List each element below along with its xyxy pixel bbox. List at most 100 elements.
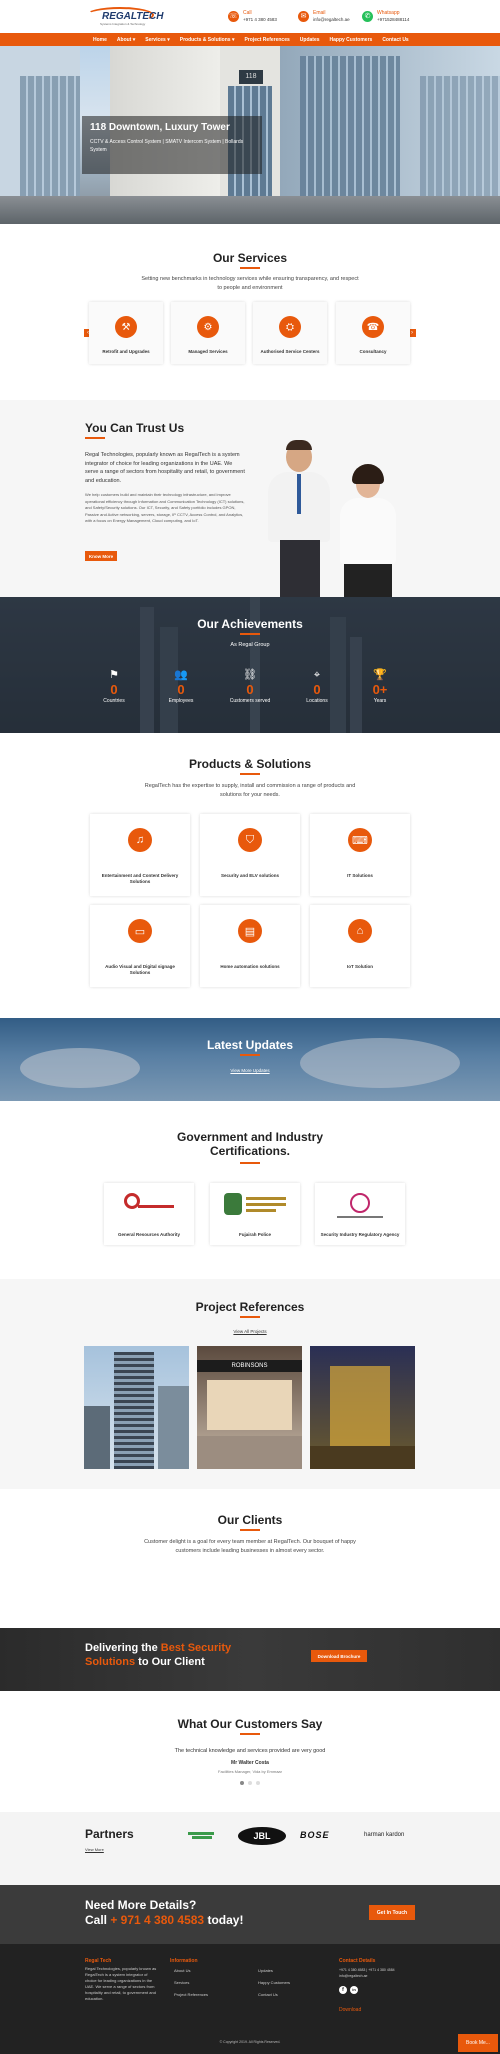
- carousel-dot[interactable]: [256, 1781, 260, 1785]
- stat-label: Countries: [103, 698, 125, 704]
- home-automation-icon: ▤: [238, 919, 262, 943]
- testimonials-divider: [240, 1733, 260, 1735]
- get-in-touch-button[interactable]: Get In Touch: [369, 1905, 415, 1920]
- cert-label: General Resources Authority: [117, 1232, 181, 1237]
- stat-value: 0: [177, 682, 185, 697]
- carousel-dot[interactable]: [248, 1781, 252, 1785]
- partner-logo-jbl: JBL: [238, 1827, 286, 1845]
- header-email[interactable]: ✉ Email info@regaltech.ae: [298, 6, 350, 26]
- nav-project-references[interactable]: Project References: [239, 37, 294, 43]
- product-card-home-automation[interactable]: ▤ Home automation solutions: [200, 905, 300, 987]
- nav-about[interactable]: About ▾: [112, 37, 140, 43]
- footer-link-about[interactable]: About Us: [174, 1968, 190, 1974]
- nav-products[interactable]: Products & Solutions ▾: [175, 37, 240, 43]
- cert-label: Fujairah Police: [238, 1232, 271, 1237]
- project-image-tower[interactable]: [84, 1346, 189, 1469]
- footer-download-link[interactable]: Download: [339, 2007, 361, 2013]
- linkedin-icon[interactable]: in: [350, 1986, 358, 1994]
- trust-divider: [85, 437, 105, 439]
- product-card-iot[interactable]: ⌂ IoT Solution: [310, 905, 410, 987]
- stat-value: 0: [110, 682, 118, 697]
- footer-link-updates[interactable]: Updates: [258, 1968, 273, 1974]
- download-brochure-button[interactable]: Download Brochure: [311, 1650, 367, 1662]
- footer-link-services[interactable]: Services: [174, 1980, 189, 1986]
- product-card-it[interactable]: ⌨ IT Solutions: [310, 814, 410, 896]
- nav-happy-customers[interactable]: Happy Customers: [325, 37, 378, 43]
- product-card-av[interactable]: ▭ Audio Visual and Digital signage Solut…: [90, 905, 190, 987]
- footer-col4-title: Contact Details: [339, 1958, 376, 1964]
- partners-view-more-link[interactable]: View More: [85, 1847, 104, 1852]
- chat-widget-button[interactable]: Book Me...: [458, 2034, 498, 2052]
- cert-card-fujairah-police[interactable]: Fujairah Police: [210, 1183, 300, 1245]
- service-label: Managed Services: [188, 349, 228, 354]
- footer-col1-title: Regal Tech: [85, 1958, 112, 1964]
- stat-customers: ⛓ 0 Customers served: [220, 669, 280, 705]
- trophy-icon: 🏆: [373, 669, 387, 681]
- flag-icon: ⚑: [109, 669, 119, 681]
- project-image-lobby[interactable]: [310, 1346, 415, 1469]
- network-icon: ⛓: [243, 669, 257, 681]
- partner-logo-bose: BOSE: [300, 1830, 330, 1840]
- footer-email[interactable]: info@regaltech.ae: [339, 1973, 367, 1979]
- clients-title: Our Clients: [217, 1513, 283, 1527]
- view-more-updates-link[interactable]: View More Updates: [0, 1068, 500, 1073]
- copyright: © Copyright 2019. All Rights Reserved.: [219, 2040, 281, 2044]
- people-icon: 👥: [174, 669, 188, 681]
- footer-link-contact[interactable]: Contact Us: [258, 1992, 278, 1998]
- header-call[interactable]: ☏ Call +971 4 380 4583: [228, 6, 277, 26]
- service-card-consultancy[interactable]: ☎ Consultancy: [336, 302, 410, 364]
- shield-icon: ⛉: [238, 828, 262, 852]
- service-card-authorised[interactable]: ⛭ Authorised Service Centers: [253, 302, 327, 364]
- cert-card-sira[interactable]: Security Industry Regulatory Agency: [315, 1183, 405, 1245]
- service-label: Authorised Service Centers: [260, 349, 320, 354]
- logo[interactable]: REGALTECH Systems Integration & Technolo…: [86, 5, 163, 27]
- clients-divider: [240, 1529, 260, 1531]
- fujairah-police-logo: [222, 1191, 288, 1221]
- nav-updates[interactable]: Updates: [295, 37, 325, 43]
- certs-divider: [240, 1162, 260, 1164]
- view-all-projects-link[interactable]: View All Projects: [0, 1329, 500, 1334]
- service-card-managed[interactable]: ⚙ Managed Services: [171, 302, 245, 364]
- nav-home[interactable]: Home: [88, 37, 112, 43]
- service-label: Consultancy: [359, 349, 387, 354]
- sira-logo: [337, 1191, 383, 1221]
- trust-lead: Regal Technologies, popularly known as R…: [85, 452, 245, 484]
- cert-card-gra[interactable]: General Resources Authority: [104, 1183, 194, 1245]
- stat-value: 0: [246, 682, 254, 697]
- project-image-mall[interactable]: ROBINSONS: [197, 1346, 302, 1469]
- stat-value: 0: [313, 682, 321, 697]
- service-card-retrofit[interactable]: ⚒ Retrofit and Upgrades: [89, 302, 163, 364]
- products-subtitle: RegalTech has the expertise to supply, i…: [144, 783, 356, 798]
- whatsapp-value: +971528488114: [377, 16, 410, 22]
- know-more-button[interactable]: Know More: [85, 551, 117, 561]
- contact-cta-banner: [0, 1885, 500, 1944]
- consultancy-icon: ☎: [362, 316, 384, 338]
- stat-countries: ⚑ 0 Countries: [84, 669, 144, 705]
- clients-subtitle: Customer delight is a goal for every tea…: [144, 1539, 356, 1554]
- handshake-icon: ⚙: [197, 316, 219, 338]
- email-label: Email: [313, 9, 326, 16]
- whatsapp-label: Whatsapp: [377, 9, 400, 16]
- trust-title: You Can Trust Us: [85, 421, 185, 435]
- product-label: Home automation solutions: [220, 964, 280, 969]
- facebook-icon[interactable]: f: [339, 1986, 347, 1994]
- stat-label: Customers served: [229, 698, 271, 704]
- service-label: Retrofit and Upgrades: [102, 349, 150, 354]
- partners-title: Partners: [85, 1827, 134, 1841]
- certs-title-line2: Certifications.: [209, 1144, 290, 1158]
- carousel-dot-active[interactable]: [240, 1781, 244, 1785]
- footer-link-projects[interactable]: Project References: [174, 1992, 208, 1998]
- testimonial-role: Facilities Manager, Vida by Emmaar: [218, 1769, 282, 1774]
- header-whatsapp[interactable]: ✆ Whatsapp +971528488114: [362, 6, 409, 26]
- stat-locations: ⌖ 0 Locations: [287, 669, 347, 705]
- nav-services[interactable]: Services ▾: [140, 37, 174, 43]
- product-card-security[interactable]: ⛉ Security and ELV solutions: [200, 814, 300, 896]
- email-value: info@regaltech.ae: [313, 16, 350, 22]
- monitor-icon: ▭: [128, 919, 152, 943]
- achievements-divider: [240, 633, 260, 635]
- nav-contact[interactable]: Contact Us: [377, 37, 413, 43]
- footer-link-happy-customers[interactable]: Happy Customers: [258, 1980, 290, 1986]
- product-card-entertainment[interactable]: ♫ Entertainment and Content Delivery Sol…: [90, 814, 190, 896]
- updates-banner: [0, 1018, 500, 1101]
- partners-section: [0, 1812, 500, 1885]
